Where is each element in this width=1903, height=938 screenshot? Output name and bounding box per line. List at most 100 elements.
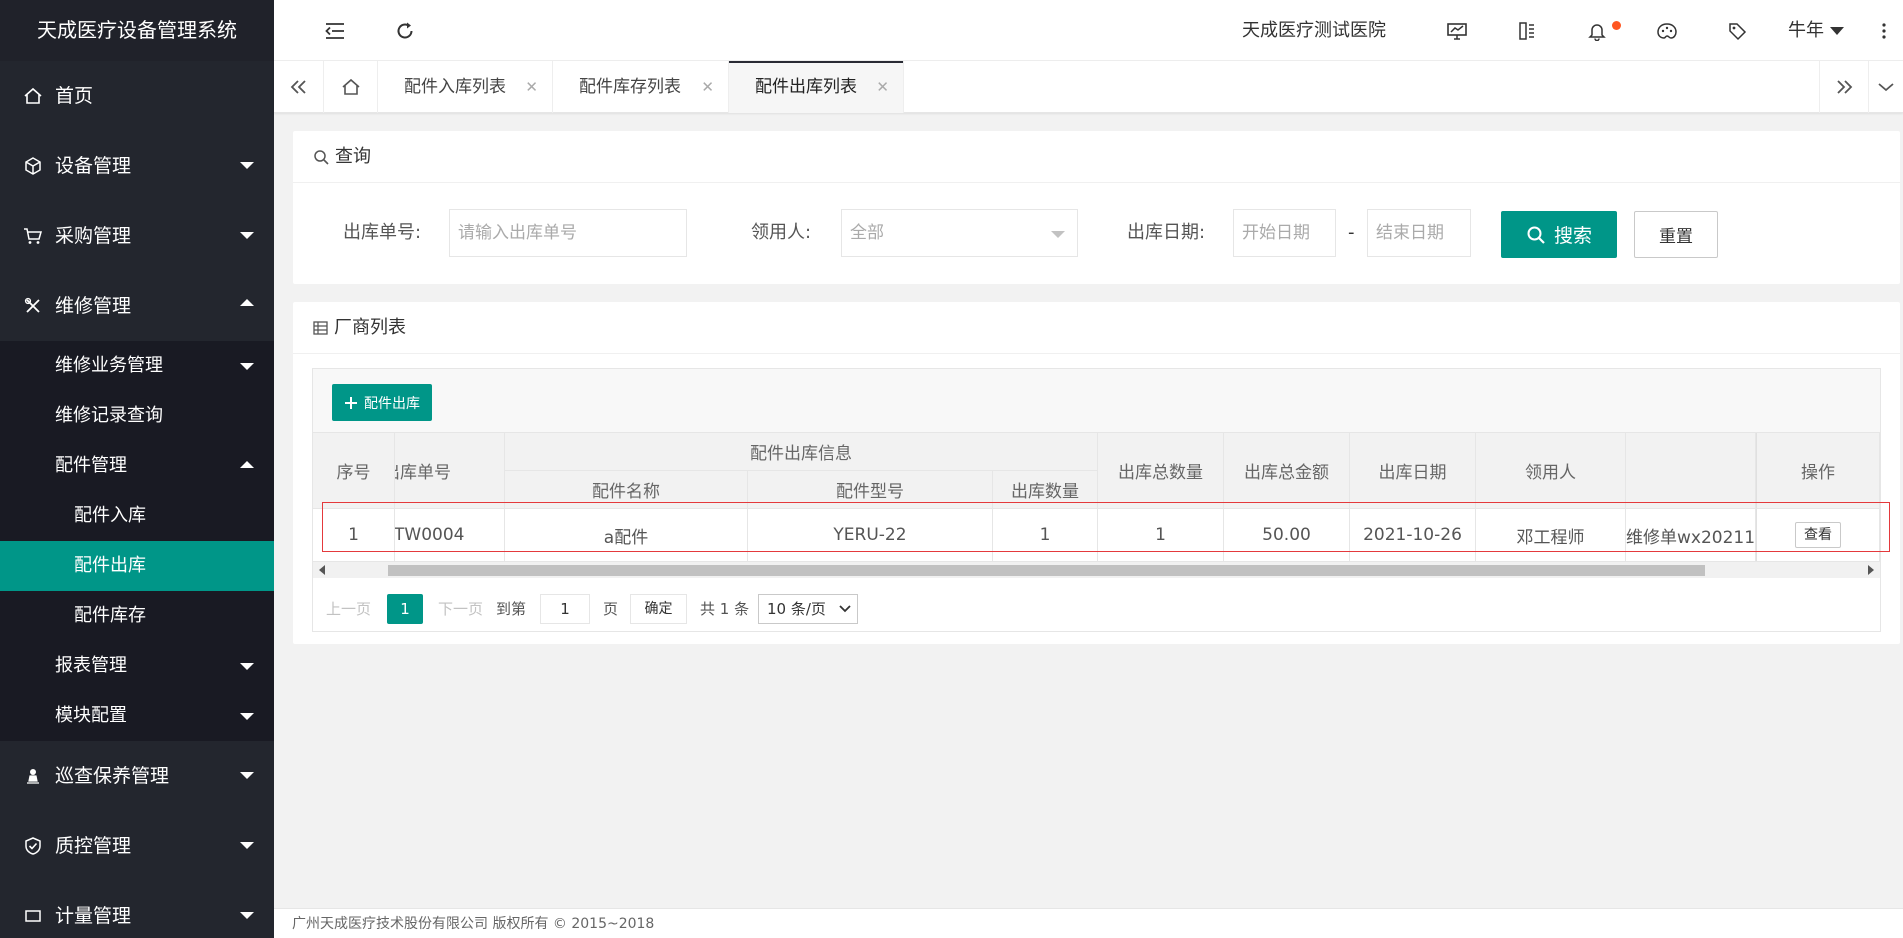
chevron-down-icon xyxy=(1051,231,1065,238)
sidebar: 天成医疗设备管理系统 首页 设备管理 采购管理 维修管理 维修业务管理 维修记录… xyxy=(0,0,274,938)
th-repair-order xyxy=(1626,433,1756,509)
sidebar-item-label: 计量管理 xyxy=(55,905,132,927)
add-part-out-button[interactable]: 配件出库 xyxy=(332,384,432,421)
cell-seq: 1 xyxy=(313,509,395,561)
data-table: 配件出库 序号 出库单号 配件出库信息 配件名称 配件型号 出库数量 出库总数量… xyxy=(312,368,1881,632)
wrench-icon xyxy=(22,271,44,341)
end-date-input[interactable]: 结束日期 xyxy=(1367,209,1471,257)
sidebar-item-purchase[interactable]: 采购管理 xyxy=(0,201,274,271)
bell-icon[interactable] xyxy=(1574,0,1620,61)
notification-badge xyxy=(1612,21,1621,30)
tab-bar: 配件入库列表 ✕ 配件库存列表 ✕ 配件出库列表 ✕ xyxy=(274,61,1903,113)
sidebar-item-home[interactable]: 首页 xyxy=(0,61,274,131)
chevron-down-icon xyxy=(1830,27,1844,35)
page-size-value: 10 条/页 xyxy=(767,600,826,618)
sidebar-item-reports[interactable]: 报表管理 xyxy=(0,641,274,691)
order-no-input[interactable]: 请输入出库单号 xyxy=(449,209,687,257)
sidebar-item-inspection[interactable]: 巡查保养管理 xyxy=(0,741,274,811)
scroll-right-arrow-icon[interactable] xyxy=(1868,565,1874,575)
start-date-input[interactable]: 开始日期 xyxy=(1233,209,1336,257)
reset-button[interactable]: 重置 xyxy=(1634,211,1718,258)
table-icon xyxy=(313,320,328,335)
page-size-select[interactable]: 10 条/页 xyxy=(758,594,858,624)
horizontal-scrollbar[interactable] xyxy=(313,561,1880,578)
receiver-select-value: 全部 xyxy=(850,223,884,243)
columns-icon[interactable] xyxy=(1504,0,1550,61)
menu-fold-icon[interactable] xyxy=(310,0,360,61)
sidebar-item-metering[interactable]: 计量管理 xyxy=(0,881,274,938)
sidebar-item-label: 报表管理 xyxy=(55,655,127,676)
sidebar-item-equipment[interactable]: 设备管理 xyxy=(0,131,274,201)
close-icon[interactable]: ✕ xyxy=(701,61,714,113)
chevron-down-icon xyxy=(240,713,254,720)
hospital-name: 天成医疗测试医院 xyxy=(1242,20,1386,41)
sidebar-item-quality[interactable]: 质控管理 xyxy=(0,811,274,881)
search-button[interactable]: 搜索 xyxy=(1501,211,1617,258)
sidebar-item-label: 配件管理 xyxy=(55,455,127,476)
pagination: 上一页 1 下一页 到第 1 页 确定 共 1 条 10 条/页 xyxy=(313,581,1880,631)
tab-label: 配件库存列表 xyxy=(579,77,681,97)
user-menu[interactable]: 牛年 xyxy=(1788,0,1844,61)
scrollbar-thumb[interactable] xyxy=(388,565,1705,576)
total-count: 共 1 条 xyxy=(700,600,750,618)
scroll-left-arrow-icon[interactable] xyxy=(319,565,325,575)
th-total-amount: 出库总金额 xyxy=(1224,433,1350,509)
close-icon[interactable]: ✕ xyxy=(876,61,889,113)
search-button-label: 搜索 xyxy=(1553,225,1592,247)
cell-total-qty: 1 xyxy=(1098,509,1224,561)
cell-receiver: 邓工程师 xyxy=(1476,509,1626,561)
sidebar-item-parts-stock[interactable]: 配件库存 xyxy=(0,591,274,641)
chevron-up-icon xyxy=(240,461,254,468)
screen-icon[interactable] xyxy=(1434,0,1480,61)
search-icon xyxy=(314,149,329,165)
home-icon xyxy=(22,61,44,131)
cell-model: YERU-22 xyxy=(748,509,993,561)
th-receiver: 领用人 xyxy=(1476,433,1626,509)
next-page-button[interactable]: 下一页 xyxy=(438,594,483,624)
tab-parts-in-list[interactable]: 配件入库列表 ✕ xyxy=(378,61,553,113)
user-name: 牛年 xyxy=(1788,20,1824,41)
more-vertical-icon[interactable] xyxy=(1872,0,1896,61)
th-order: 出库单号 xyxy=(395,433,505,509)
chevron-down-icon xyxy=(839,605,851,613)
goto-label: 到第 xyxy=(496,600,527,618)
repair-submenu: 维修业务管理 维修记录查询 配件管理 配件入库 配件出库 配件库存 报表管理 模… xyxy=(0,341,274,741)
receiver-select[interactable]: 全部 xyxy=(841,209,1078,257)
sidebar-item-parts-in[interactable]: 配件入库 xyxy=(0,491,274,541)
cell-name: a配件 xyxy=(505,509,748,561)
sidebar-item-repair-records[interactable]: 维修记录查询 xyxy=(0,391,274,441)
sidebar-item-parts-out[interactable]: 配件出库 xyxy=(0,541,274,591)
cell-order: JTW0004 xyxy=(395,509,505,561)
current-page[interactable]: 1 xyxy=(387,594,423,624)
refresh-icon[interactable] xyxy=(380,0,430,61)
th-seq: 序号 xyxy=(313,433,395,509)
sidebar-item-label: 配件库存 xyxy=(74,605,146,626)
tabs-scroll-left-icon[interactable] xyxy=(274,61,324,113)
tab-parts-stock-list[interactable]: 配件库存列表 ✕ xyxy=(553,61,729,113)
tab-home-icon[interactable] xyxy=(324,61,378,113)
tabs-menu-chevron-icon[interactable] xyxy=(1869,61,1903,113)
page-unit-label: 页 xyxy=(603,600,619,618)
tag-icon[interactable] xyxy=(1714,0,1760,61)
tabs-scroll-right-icon[interactable] xyxy=(1819,61,1869,113)
query-card-header: 查询 xyxy=(293,131,1900,183)
list-card-header: 厂商列表 xyxy=(293,302,1900,354)
th-name: 配件名称 xyxy=(505,471,748,509)
query-title: 查询 xyxy=(335,145,371,167)
view-button[interactable]: 查看 xyxy=(1795,522,1841,548)
query-card: 查询 出库单号: 请输入出库单号 领用人: 全部 出库日期: 开始日期 - 结束… xyxy=(293,131,1900,284)
sidebar-item-repair[interactable]: 维修管理 xyxy=(0,271,274,341)
close-icon[interactable]: ✕ xyxy=(525,61,538,113)
tab-label: 配件入库列表 xyxy=(404,77,506,97)
tab-label: 配件出库列表 xyxy=(755,77,857,97)
goto-confirm-button[interactable]: 确定 xyxy=(630,594,687,624)
tab-parts-out-list[interactable]: 配件出库列表 ✕ xyxy=(729,61,904,113)
sidebar-item-parts[interactable]: 配件管理 xyxy=(0,441,274,491)
goto-page-input[interactable]: 1 xyxy=(540,594,590,624)
prev-page-button[interactable]: 上一页 xyxy=(326,594,371,624)
theme-icon[interactable] xyxy=(1644,0,1690,61)
sidebar-item-repair-business[interactable]: 维修业务管理 xyxy=(0,341,274,391)
chevron-down-icon xyxy=(240,772,254,779)
sidebar-item-module-config[interactable]: 模块配置 xyxy=(0,691,274,741)
chevron-down-icon xyxy=(240,663,254,670)
